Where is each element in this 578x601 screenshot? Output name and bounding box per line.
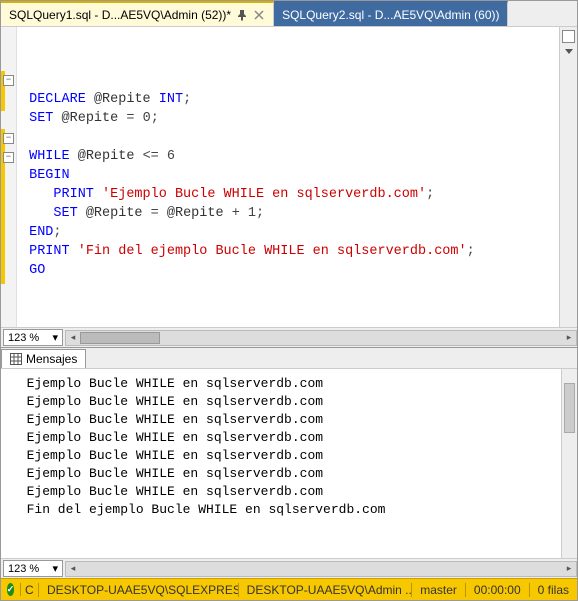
kw-int: INT xyxy=(159,92,183,107)
tab-messages[interactable]: Mensajes xyxy=(1,349,86,368)
messages-output[interactable]: Ejemplo Bucle WHILE en sqlserverdb.com E… xyxy=(1,369,561,558)
status-database: master xyxy=(412,583,466,597)
status-server: DESKTOP-UAAE5VQ\SQLEXPRESS ... xyxy=(39,583,239,597)
horizontal-scrollbar[interactable]: ◂ ▸ xyxy=(65,561,577,577)
horizontal-scrollbar[interactable]: ◂ ▸ xyxy=(65,330,577,346)
pin-icon[interactable] xyxy=(236,9,248,21)
tab-sqlquery2[interactable]: SQLQuery2.sql - D...AE5VQ\Admin (60)) xyxy=(274,1,508,26)
messages-panel: Ejemplo Bucle WHILE en sqlserverdb.com E… xyxy=(1,369,577,558)
string-literal: 'Ejemplo Bucle WHILE en sqlserverdb.com' xyxy=(102,187,426,202)
status-bar: ✓ C DESKTOP-UAAE5VQ\SQLEXPRESS ... DESKT… xyxy=(1,578,577,600)
kw-print: PRINT xyxy=(53,187,94,202)
scroll-right-icon[interactable]: ▸ xyxy=(562,331,576,345)
kw-end: END xyxy=(29,225,53,240)
chevron-down-icon: ▾ xyxy=(52,331,58,344)
scroll-right-icon[interactable]: ▸ xyxy=(562,562,576,576)
kw-set: SET xyxy=(29,111,53,126)
status-elapsed: 00:00:00 xyxy=(466,583,530,597)
kw-go: GO xyxy=(29,263,45,278)
string-literal: 'Fin del ejemplo Bucle WHILE en sqlserve… xyxy=(78,244,467,259)
scroll-left-icon[interactable]: ◂ xyxy=(66,562,80,576)
status-ok-icon: ✓ xyxy=(1,583,21,596)
tab-sqlquery1[interactable]: SQLQuery1.sql - D...AE5VQ\Admin (52))* xyxy=(1,1,274,26)
split-view-icon[interactable] xyxy=(562,30,575,43)
zoom-dropdown[interactable]: 123 % ▾ xyxy=(3,329,63,346)
vertical-scrollbar[interactable] xyxy=(561,369,577,558)
editor-footer-row: 123 % ▾ ◂ ▸ xyxy=(1,327,577,347)
scroll-up-icon[interactable] xyxy=(565,49,573,54)
fold-toggle[interactable]: − xyxy=(3,75,14,86)
zoom-value: 123 % xyxy=(8,332,39,344)
messages-footer-row: 123 % ▾ ◂ ▸ xyxy=(1,558,577,578)
status-state: C xyxy=(21,583,39,597)
kw-while: WHILE xyxy=(29,149,70,164)
editor-tabs: SQLQuery1.sql - D...AE5VQ\Admin (52))* S… xyxy=(1,1,577,27)
status-user: DESKTOP-UAAE5VQ\Admin ... xyxy=(239,583,413,597)
kw-begin: BEGIN xyxy=(29,168,70,183)
fold-toggle[interactable]: − xyxy=(3,133,14,144)
scrollbar-thumb[interactable] xyxy=(80,332,160,344)
messages-icon xyxy=(10,353,22,365)
editor-right-strip xyxy=(559,27,577,327)
tab-label: SQLQuery1.sql - D...AE5VQ\Admin (52))* xyxy=(9,8,231,22)
results-panel-tabs: Mensajes xyxy=(1,347,577,369)
close-icon[interactable] xyxy=(253,9,265,21)
scrollbar-thumb[interactable] xyxy=(564,383,575,433)
scroll-left-icon[interactable]: ◂ xyxy=(66,331,80,345)
status-rows: 0 filas xyxy=(530,583,577,597)
code-editor[interactable]: − − − DECLARE @Repite INT; SET @Repite =… xyxy=(1,27,577,327)
code-body[interactable]: DECLARE @Repite INT; SET @Repite = 0; WH… xyxy=(17,27,559,327)
zoom-dropdown[interactable]: 123 % ▾ xyxy=(3,560,63,577)
chevron-down-icon: ▾ xyxy=(52,562,58,575)
panel-tab-label: Mensajes xyxy=(26,352,77,366)
var-repite: @Repite xyxy=(94,92,151,107)
editor-gutter: − − − xyxy=(1,27,17,327)
zoom-value: 123 % xyxy=(8,563,39,575)
fold-toggle[interactable]: − xyxy=(3,152,14,163)
kw-declare: DECLARE xyxy=(29,92,86,107)
tab-label: SQLQuery2.sql - D...AE5VQ\Admin (60)) xyxy=(282,8,499,22)
